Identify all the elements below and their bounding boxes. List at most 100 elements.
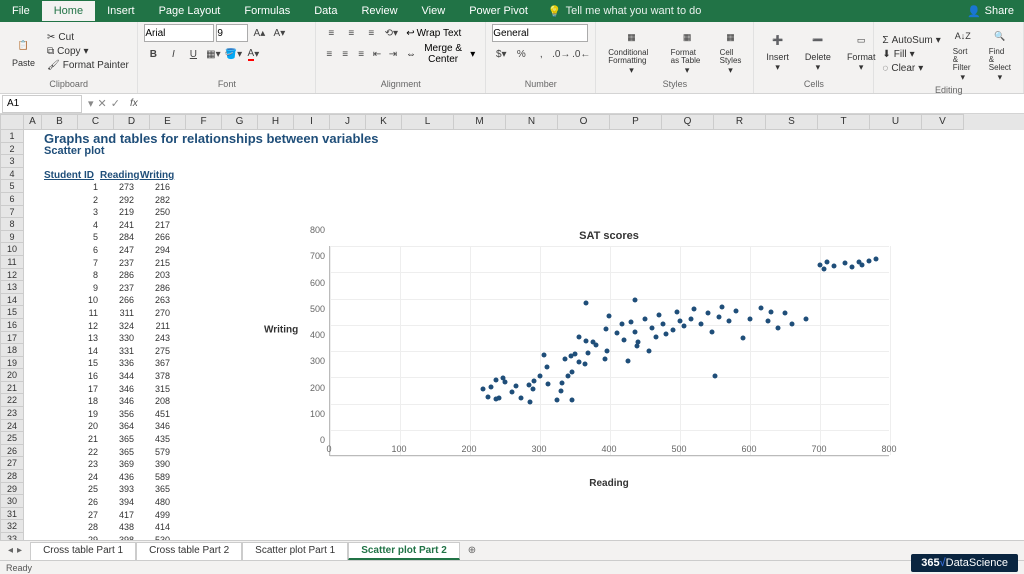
align-center-button[interactable]: ≡ xyxy=(338,45,352,63)
col-header-N[interactable]: N xyxy=(506,114,558,130)
table-cell[interactable]: 393 xyxy=(98,484,134,494)
table-cell[interactable]: 365 xyxy=(98,434,134,444)
row-header-33[interactable]: 33 xyxy=(0,533,24,540)
increase-indent-button[interactable]: ⇥ xyxy=(386,45,400,63)
col-header-B[interactable]: B xyxy=(42,114,78,130)
table-cell[interactable]: 346 xyxy=(98,396,134,406)
table-cell[interactable]: 266 xyxy=(134,232,170,242)
number-format-select[interactable] xyxy=(492,24,588,42)
chart[interactable]: SAT scores Writing Reading 0100200300400… xyxy=(269,230,889,500)
table-cell[interactable]: 266 xyxy=(98,295,134,305)
table-cell[interactable]: 241 xyxy=(98,220,134,230)
row-header-7[interactable]: 7 xyxy=(0,206,24,219)
col-header-E[interactable]: E xyxy=(150,114,186,130)
align-bottom-button[interactable]: ≡ xyxy=(362,24,380,42)
col-header-A[interactable]: A xyxy=(24,114,42,130)
tab-home[interactable]: Home xyxy=(42,1,95,21)
align-middle-button[interactable]: ≡ xyxy=(342,24,360,42)
row-header-12[interactable]: 12 xyxy=(0,269,24,282)
italic-button[interactable]: I xyxy=(164,45,182,63)
table-cell[interactable]: 394 xyxy=(98,497,134,507)
table-cell[interactable]: 414 xyxy=(134,522,170,532)
table-cell[interactable]: 19 xyxy=(62,409,98,419)
table-cell[interactable]: 346 xyxy=(98,384,134,394)
row-header-1[interactable]: 1 xyxy=(0,130,24,143)
table-cell[interactable]: 263 xyxy=(134,295,170,305)
cell-styles-button[interactable]: ▦Cell Styles▾ xyxy=(714,25,748,78)
sheet-tab-scatter-plot-part-1[interactable]: Scatter plot Part 1 xyxy=(242,542,348,560)
add-sheet-button[interactable]: ⊕ xyxy=(460,545,484,556)
table-cell[interactable]: 28 xyxy=(62,522,98,532)
align-right-button[interactable]: ≡ xyxy=(354,45,368,63)
percent-button[interactable]: % xyxy=(512,45,530,63)
row-header-27[interactable]: 27 xyxy=(0,457,24,470)
row-header-24[interactable]: 24 xyxy=(0,420,24,433)
formula-dropdown-icon[interactable]: ▾ xyxy=(88,97,94,110)
col-header-G[interactable]: G xyxy=(222,114,258,130)
table-cell[interactable]: 208 xyxy=(134,396,170,406)
table-cell[interactable]: 1 xyxy=(62,182,98,192)
table-cell[interactable]: 367 xyxy=(134,358,170,368)
table-cell[interactable]: 16 xyxy=(62,371,98,381)
increase-decimal-button[interactable]: .0→ xyxy=(552,45,570,63)
table-cell[interactable]: 247 xyxy=(98,245,134,255)
table-cell[interactable]: 356 xyxy=(98,409,134,419)
row-header-10[interactable]: 10 xyxy=(0,243,24,256)
orientation-button[interactable]: ⟲▾ xyxy=(382,24,400,42)
table-cell[interactable]: 286 xyxy=(98,270,134,280)
table-cell[interactable]: 13 xyxy=(62,333,98,343)
table-cell[interactable]: 5 xyxy=(62,232,98,242)
currency-button[interactable]: $▾ xyxy=(492,45,510,63)
table-cell[interactable]: 589 xyxy=(134,472,170,482)
tab-page-layout[interactable]: Page Layout xyxy=(147,1,233,21)
row-header-4[interactable]: 4 xyxy=(0,168,24,181)
row-header-19[interactable]: 19 xyxy=(0,357,24,370)
table-cell[interactable]: 330 xyxy=(98,333,134,343)
table-cell[interactable]: 11 xyxy=(62,308,98,318)
clear-button[interactable]: ◌ Clear ▾ xyxy=(880,62,942,75)
row-header-22[interactable]: 22 xyxy=(0,394,24,407)
border-button[interactable]: ▦▾ xyxy=(204,45,222,63)
insert-cells-button[interactable]: ➕Insert▾ xyxy=(760,28,795,75)
table-cell[interactable]: 211 xyxy=(134,321,170,331)
row-header-11[interactable]: 11 xyxy=(0,256,24,269)
font-size-select[interactable] xyxy=(216,24,248,42)
formula-accept-icon[interactable]: ✓ xyxy=(111,97,120,110)
row-header-17[interactable]: 17 xyxy=(0,332,24,345)
col-header-V[interactable]: V xyxy=(922,114,964,130)
table-cell[interactable]: 8 xyxy=(62,270,98,280)
table-cell[interactable]: 273 xyxy=(98,182,134,192)
col-header-T[interactable]: T xyxy=(818,114,870,130)
col-header-H[interactable]: H xyxy=(258,114,294,130)
fx-label[interactable]: fx xyxy=(126,98,142,109)
col-header-K[interactable]: K xyxy=(366,114,402,130)
table-cell[interactable]: 17 xyxy=(62,384,98,394)
table-cell[interactable]: 15 xyxy=(62,358,98,368)
row-header-32[interactable]: 32 xyxy=(0,520,24,533)
name-box[interactable] xyxy=(2,95,82,113)
col-header-U[interactable]: U xyxy=(870,114,922,130)
cells-canvas[interactable]: Graphs and tables for relationships betw… xyxy=(24,130,1024,540)
table-cell[interactable]: 438 xyxy=(98,522,134,532)
col-header-R[interactable]: R xyxy=(714,114,766,130)
wrap-text-button[interactable]: ↩Wrap Text xyxy=(402,24,465,42)
delete-cells-button[interactable]: ➖Delete▾ xyxy=(799,28,837,75)
table-cell[interactable]: 417 xyxy=(98,510,134,520)
sheet-tab-scatter-plot-part-2[interactable]: Scatter plot Part 2 xyxy=(348,542,460,560)
table-cell[interactable]: 275 xyxy=(134,346,170,356)
row-header-5[interactable]: 5 xyxy=(0,180,24,193)
table-cell[interactable]: 311 xyxy=(98,308,134,318)
table-cell[interactable]: 579 xyxy=(134,447,170,457)
align-left-button[interactable]: ≡ xyxy=(322,45,336,63)
table-cell[interactable]: 331 xyxy=(98,346,134,356)
table-cell[interactable]: 435 xyxy=(134,434,170,444)
table-cell[interactable]: 344 xyxy=(98,371,134,381)
table-cell[interactable]: 282 xyxy=(134,195,170,205)
row-header-31[interactable]: 31 xyxy=(0,508,24,521)
formula-cancel-icon[interactable]: ✕ xyxy=(98,97,107,110)
cut-button[interactable]: ✂Cut xyxy=(45,31,131,44)
col-header-J[interactable]: J xyxy=(330,114,366,130)
row-header-13[interactable]: 13 xyxy=(0,281,24,294)
col-header-L[interactable]: L xyxy=(402,114,454,130)
table-cell[interactable]: 20 xyxy=(62,421,98,431)
